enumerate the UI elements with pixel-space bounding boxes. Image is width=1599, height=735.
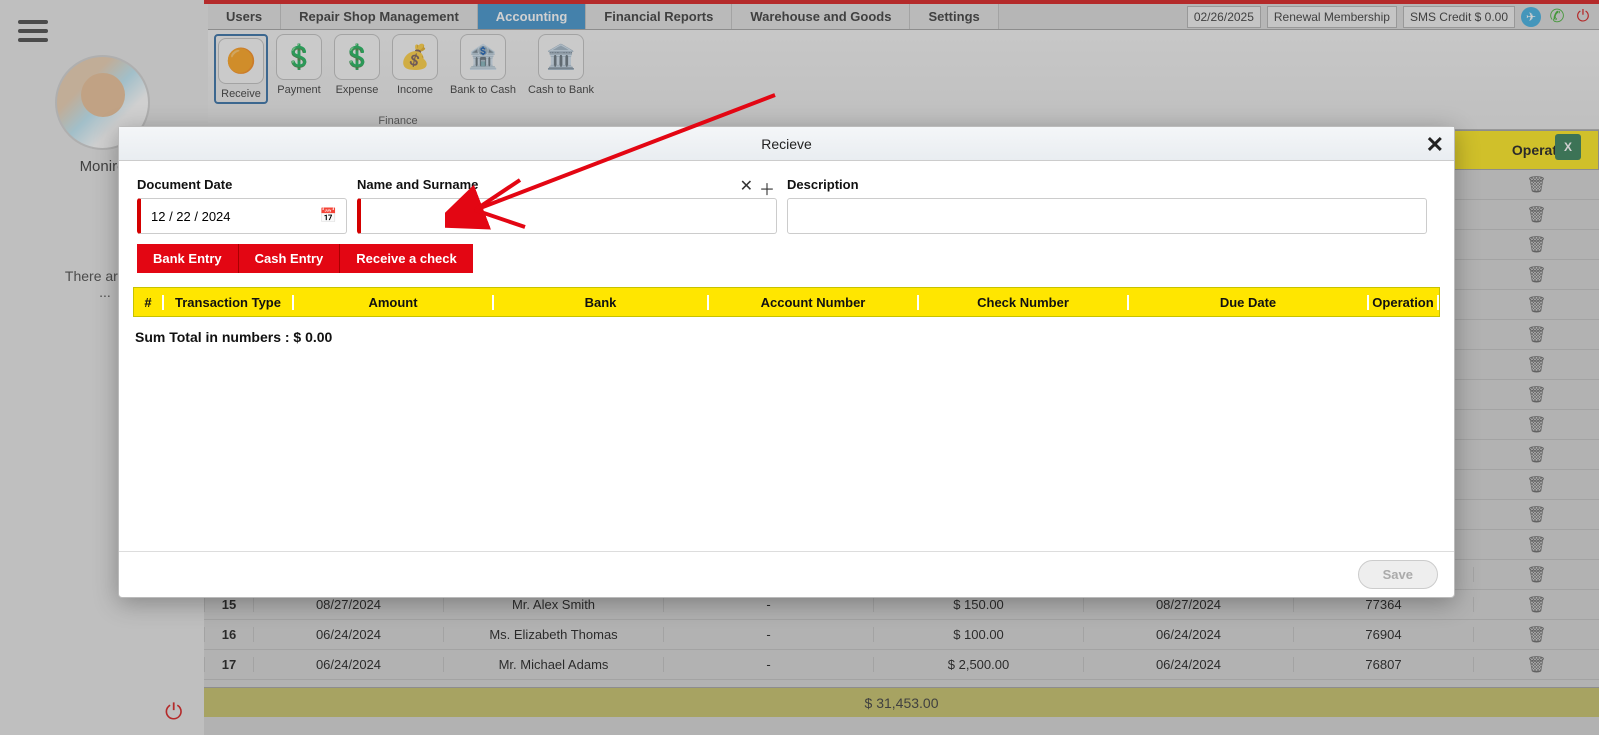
save-button[interactable]: Save — [1358, 560, 1438, 589]
col-check-number: Check Number — [919, 295, 1129, 310]
col-account-number: Account Number — [709, 295, 919, 310]
clear-name-icon[interactable]: ✕ — [740, 176, 753, 200]
col-transaction-type: Transaction Type — [164, 295, 294, 310]
modal-title: Recieve — [761, 136, 812, 152]
col-operation: Operation — [1369, 295, 1439, 310]
description-input[interactable] — [787, 198, 1427, 234]
doc-date-label: Document Date — [137, 177, 347, 192]
cash-entry-button[interactable]: Cash Entry — [239, 244, 341, 273]
sum-total: Sum Total in numbers : $ 0.00 — [135, 329, 1438, 345]
col-due-date: Due Date — [1129, 295, 1369, 310]
add-name-icon[interactable]: ＋ — [759, 176, 775, 200]
receive-check-button[interactable]: Receive a check — [340, 244, 472, 273]
description-label: Description — [787, 177, 1436, 192]
name-label: Name and Surname — [357, 177, 777, 192]
modal-table-header: # Transaction Type Amount Bank Account N… — [133, 287, 1440, 317]
receive-modal: Recieve ✕ Document Date 📅 Name and Surna… — [118, 126, 1455, 598]
calendar-icon[interactable]: 📅 — [320, 207, 337, 224]
name-surname-input[interactable] — [357, 198, 777, 234]
col-bank: Bank — [494, 295, 709, 310]
modal-table: # Transaction Type Amount Bank Account N… — [133, 287, 1440, 317]
document-date-input[interactable] — [137, 198, 347, 234]
modal-header: Recieve ✕ — [119, 127, 1454, 161]
col-amount: Amount — [294, 295, 494, 310]
close-icon[interactable]: ✕ — [1426, 132, 1444, 158]
col-hash: # — [134, 295, 164, 310]
bank-entry-button[interactable]: Bank Entry — [137, 244, 239, 273]
